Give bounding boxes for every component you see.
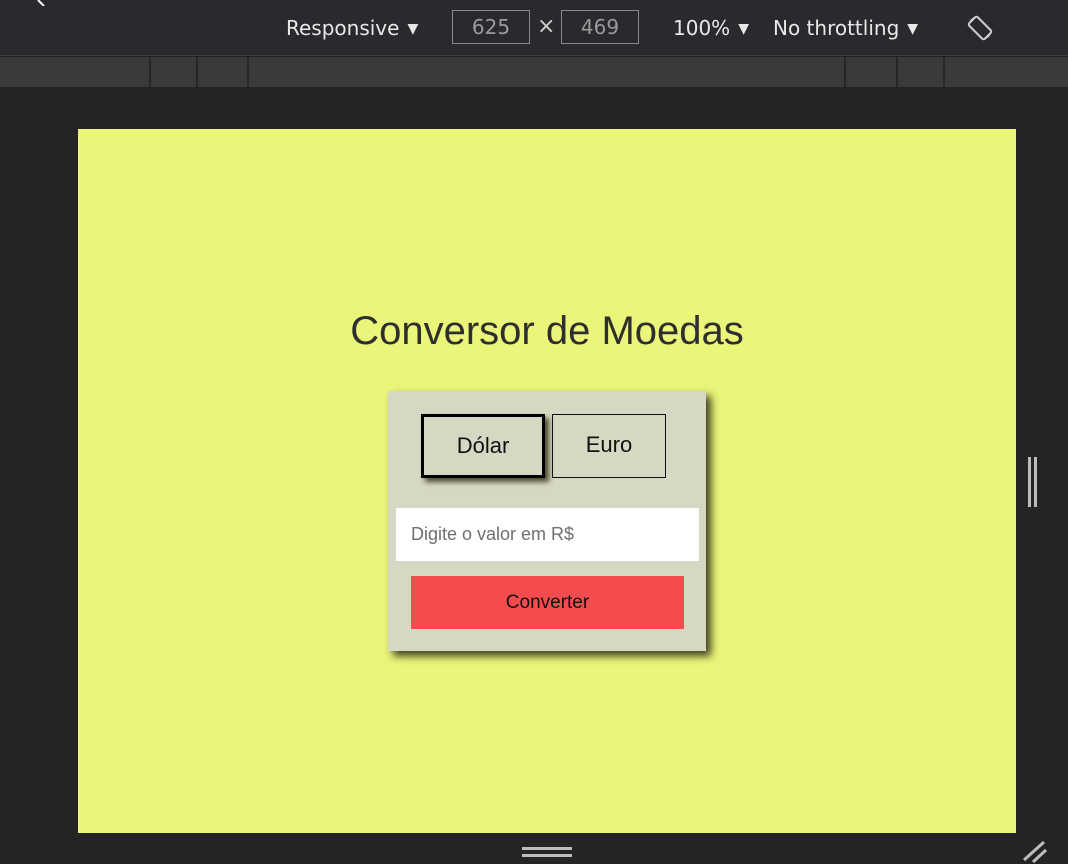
rotate-icon[interactable]: [966, 14, 994, 42]
page-title: Conversor de Moedas: [350, 309, 744, 353]
throttling-dropdown[interactable]: No throttling ▼: [773, 12, 918, 44]
emulated-viewport: Conversor de Moedas Dólar Euro Digite o …: [78, 129, 1016, 833]
media-query-segment[interactable]: [898, 57, 945, 87]
dollar-button[interactable]: Dólar: [421, 414, 545, 478]
device-toolbar: Responsive ▼ 625 × 469 100% ▼ No throttlin…: [0, 0, 1068, 56]
mouse-cursor-icon: [37, 0, 45, 6]
chevron-down-icon: ▼: [407, 21, 419, 37]
media-query-segment[interactable]: [198, 57, 249, 87]
convert-button[interactable]: Converter: [411, 576, 684, 629]
throttling-label: No throttling: [773, 16, 900, 40]
amount-input[interactable]: Digite o valor em R$: [396, 508, 699, 561]
media-query-segment[interactable]: [151, 57, 198, 87]
converter-card: Dólar Euro Digite o valor em R$ Converte…: [388, 391, 706, 651]
device-mode-label: Responsive: [286, 16, 400, 40]
viewport-height-input[interactable]: 469: [561, 10, 639, 44]
zoom-dropdown[interactable]: 100% ▼: [673, 12, 749, 44]
media-query-segment[interactable]: [846, 57, 898, 87]
media-query-segment[interactable]: [0, 57, 151, 87]
device-mode-dropdown[interactable]: Responsive ▼: [286, 12, 418, 44]
resize-handle-right-icon[interactable]: [1026, 457, 1040, 507]
viewport-width-input[interactable]: 625: [452, 10, 530, 44]
resize-handle-bottom-icon[interactable]: [522, 846, 572, 858]
media-query-bar: [0, 56, 1068, 87]
chevron-down-icon: ▼: [738, 21, 749, 37]
zoom-label: 100%: [673, 16, 731, 40]
resize-corner-icon[interactable]: [1020, 838, 1048, 864]
dimension-separator: ×: [537, 14, 556, 39]
media-query-segment[interactable]: [945, 57, 1068, 87]
chevron-down-icon: ▼: [907, 21, 919, 37]
media-query-segment[interactable]: [249, 57, 846, 87]
euro-button[interactable]: Euro: [552, 414, 666, 478]
